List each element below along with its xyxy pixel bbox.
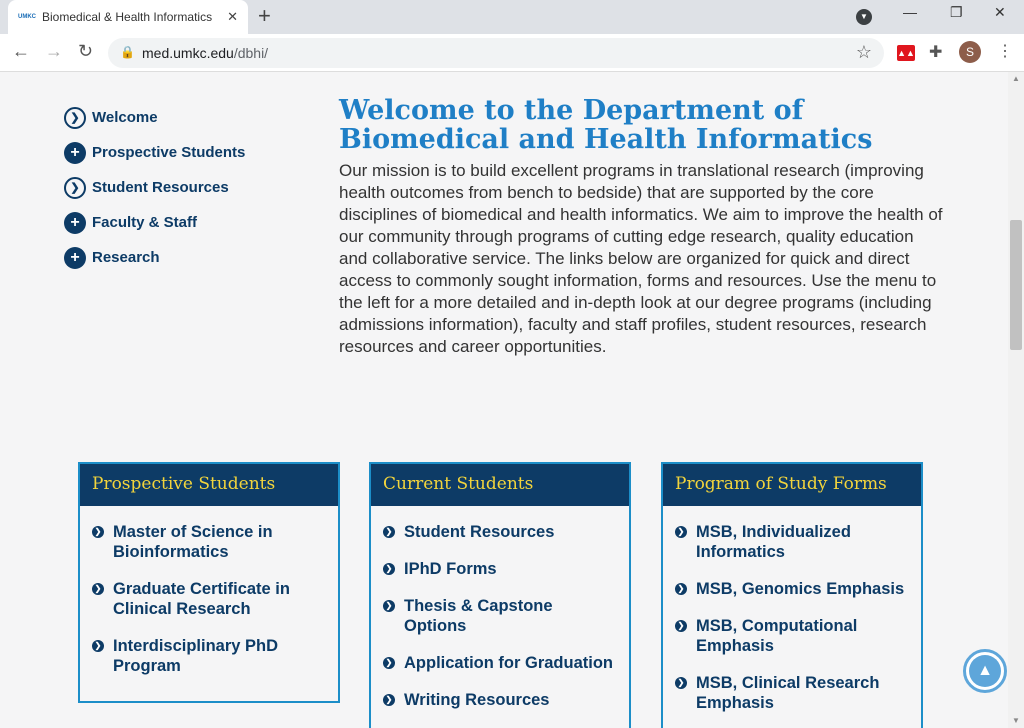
card-title: Program of Study Forms [663,464,921,506]
card-link[interactable]: ❯ Master of Science in Bioinformatics [92,522,328,562]
card-link-label: Interdisciplinary PhD Program [113,637,279,675]
sidebar-item-faculty-staff[interactable]: + Faculty & Staff [64,205,324,240]
link-list: ❯ Master of Science in Bioinformatics ❯ Gr… [80,506,338,701]
tab-search-icon[interactable]: ▼ [856,9,872,25]
scrollbar-track[interactable] [1008,72,1024,728]
lock-icon[interactable]: 🔒 [120,45,135,59]
reload-icon[interactable]: ↻ [78,41,93,62]
card-program-of-study-forms: Program of Study Forms ❯ MSB, Individuali… [661,462,923,728]
card-title: Prospective Students [80,464,338,506]
chevron-bullet-icon: ❯ [675,526,687,538]
card-link[interactable]: ❯ MSB, Individualized Informatics [675,522,911,562]
card-link[interactable]: ❯ Student Resources [383,522,619,542]
card-link-label: MSB, Computational Emphasis [696,617,858,655]
card-link[interactable]: ❯ Graduate Certificate in Clinical Resear… [92,579,328,619]
profile-avatar[interactable]: S [959,41,981,63]
favicon-icon: UMKC [18,14,36,20]
card-link[interactable]: ❯ IPhD Forms [383,559,619,579]
card-current-students: Current Students ❯ Student Resources ❯ IPh… [369,462,631,728]
chevron-circle-icon: ❯ [64,106,86,129]
chevron-bullet-icon: ❯ [675,677,687,689]
chevron-bullet-icon: ❯ [383,526,395,538]
card-link[interactable]: ❯ MSB, Genomics Emphasis [675,579,911,599]
url-text[interactable]: med.umkc.edu/dbhi/ [142,45,268,61]
tab-title: Biomedical & Health Informatics [42,10,213,24]
minimize-icon[interactable]: — [903,4,917,20]
new-tab-icon[interactable]: + [258,5,271,27]
chevron-bullet-icon: ❯ [92,640,104,652]
tab-close-icon[interactable]: ✕ [227,9,238,25]
chevron-bullet-icon: ❯ [675,620,687,632]
chevron-up-icon: ▲ [969,655,1001,687]
browser-toolbar: ← → ↻ 🔒 med.umkc.edu/dbhi/ ☆ [0,34,1024,72]
extension-icon[interactable]: ▲▲ [897,45,915,61]
card-link-label: Application for Graduation [404,654,613,672]
sidebar-item-label: Student Resources [92,179,229,196]
back-to-top-button[interactable]: ▲ [963,649,1007,693]
plus-circle-icon[interactable]: + [64,141,86,164]
mission-statement: Our mission is to build excellent progra… [339,161,943,356]
window-close-icon[interactable]: ✕ [994,4,1006,21]
restore-icon[interactable]: ❐ [950,4,963,21]
card-link-label: MSB, Individualized Informatics [696,523,851,561]
card-prospective-students: Prospective Students ❯ Master of Science … [78,462,340,703]
card-link[interactable]: ❯ Interdisciplinary PhD Program [92,636,328,676]
sidebar-nav: ❯ Welcome + Prospective Students ❯ Stude… [64,100,324,275]
browser-tab[interactable]: UMKC Biomedical & Health Informatics ✕ [8,0,248,34]
chevron-bullet-icon: ❯ [383,600,395,612]
card-title: Current Students [371,464,629,506]
sidebar-item-label: Welcome [92,109,158,126]
chevron-bullet-icon: ❯ [92,583,104,595]
card-link-label: IPhD Forms [404,560,497,578]
sidebar-item-welcome[interactable]: ❯ Welcome [64,100,324,135]
plus-circle-icon[interactable]: + [64,246,86,269]
bookmark-star-icon[interactable]: ☆ [856,42,872,63]
extensions-puzzle-icon[interactable]: ✚ [929,42,942,62]
card-link[interactable]: ❯ Writing Resources [383,690,619,710]
chevron-bullet-icon: ❯ [675,583,687,595]
scrollbar-thumb[interactable] [1010,220,1022,350]
card-link[interactable]: ❯ MSB, Computational Emphasis [675,616,911,656]
scroll-up-icon[interactable]: ▲ [1012,74,1020,83]
forward-icon[interactable]: → [45,41,63,62]
chevron-circle-icon: ❯ [64,176,86,199]
chevron-bullet-icon: ❯ [383,563,395,575]
address-bar[interactable]: 🔒 med.umkc.edu/dbhi/ ☆ [108,38,884,68]
card-link-label: Student Resources [404,523,555,541]
sidebar-item-label: Research [92,249,160,266]
tab-strip: UMKC Biomedical & Health Informatics ✕ +… [0,0,1024,34]
chevron-bullet-icon: ❯ [92,526,104,538]
card-link-label: Graduate Certificate in Clinical Researc… [113,580,290,618]
card-link[interactable]: ❯ Thesis & Capstone Options [383,596,619,636]
scroll-down-icon[interactable]: ▼ [1012,716,1020,725]
card-link-label: Thesis & Capstone Options [404,597,553,635]
sidebar-item-prospective-students[interactable]: + Prospective Students [64,135,324,170]
card-link[interactable]: ❯ Application for Graduation [383,653,619,673]
card-link[interactable]: ❯ MSB, Clinical Research Emphasis [675,673,911,713]
back-icon[interactable]: ← [12,41,30,62]
sidebar-item-student-resources[interactable]: ❯ Student Resources [64,170,324,205]
chevron-bullet-icon: ❯ [383,694,395,706]
sidebar-item-label: Prospective Students [92,144,246,161]
card-link-label: Writing Resources [404,691,550,709]
browser-menu-icon[interactable]: ⋮ [997,41,1013,61]
page-title: Welcome to the Department of Biomedical … [339,95,873,155]
sidebar-item-label: Faculty & Staff [92,214,198,231]
card-link-label: MSB, Genomics Emphasis [696,580,905,598]
sidebar-item-research[interactable]: + Research [64,240,324,275]
chevron-bullet-icon: ❯ [383,657,395,669]
card-link-label: MSB, Clinical Research Emphasis [696,674,880,712]
plus-circle-icon[interactable]: + [64,211,86,234]
link-list: ❯ Student Resources ❯ IPhD Forms ❯ Thesis &… [371,506,629,728]
link-list: ❯ MSB, Individualized Informatics ❯ MSB, G… [663,506,921,728]
card-link-label: Master of Science in Bioinformatics [113,523,273,561]
